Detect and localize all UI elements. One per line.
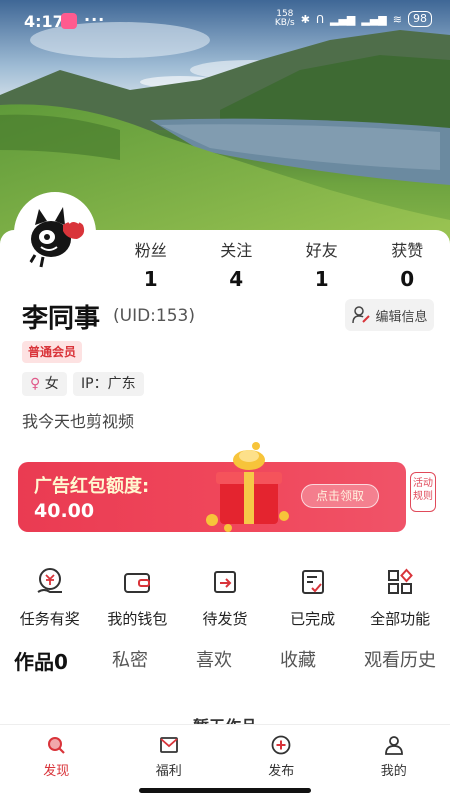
function-label: 待发货	[202, 610, 248, 628]
stat-value: 1	[143, 267, 158, 291]
gender-tag: ♀ 女	[22, 372, 67, 396]
function-all[interactable]: 全部功能	[357, 566, 443, 629]
completed-icon	[301, 570, 324, 594]
wallet-icon	[124, 573, 151, 593]
function-pending-shipment[interactable]: 待发货	[182, 566, 268, 629]
function-label: 任务有奖	[19, 610, 80, 628]
function-task-reward[interactable]: 任务有奖	[7, 566, 93, 629]
status-time: 4:17	[24, 12, 64, 31]
user-id: (UID:153)	[113, 306, 195, 326]
activity-rules-button[interactable]: 活动 规则	[410, 472, 436, 512]
gift-box-icon	[206, 442, 289, 532]
task-reward-icon	[37, 568, 62, 593]
function-label: 我的钱包	[107, 610, 168, 628]
rules-line-2: 规则	[413, 491, 433, 502]
nav-discover[interactable]: 发现	[0, 725, 113, 800]
profile-stats: 粉丝 1 关注 4 好友 1 获赞 0	[108, 237, 450, 291]
ad-red-packet-banner[interactable]: 广告红包额度: 40.00 点击领取	[18, 442, 406, 532]
ip-location-tag: IP：广东	[73, 372, 144, 396]
headset-icon: ᑎ	[315, 12, 324, 26]
nav-mine[interactable]: 我的	[338, 725, 450, 800]
ad-title: 广告红包额度:	[34, 476, 150, 497]
username: 李同事	[22, 304, 101, 334]
stat-value: 1	[314, 267, 329, 291]
signal-2-icon: ▂▄▆	[361, 12, 387, 26]
stat-value: 4	[229, 267, 244, 291]
tab-favorites[interactable]: 收藏	[280, 646, 364, 675]
network-speed: 158 KB/s	[275, 10, 295, 28]
member-badge: 普通会员	[22, 341, 83, 363]
network-speed-unit: KB/s	[274, 18, 295, 28]
function-wallet[interactable]: 我的钱包	[94, 566, 180, 629]
pending-shipment-icon	[213, 571, 236, 593]
tab-likes[interactable]: 喜欢	[196, 646, 280, 675]
stat-friends[interactable]: 好友 1	[279, 237, 365, 291]
function-label: 已完成	[290, 610, 336, 628]
nav-label: 发布	[268, 764, 295, 779]
battery-icon: 98	[408, 11, 432, 27]
bluetooth-icon: ✱	[300, 12, 310, 26]
stat-following[interactable]: 关注 4	[194, 237, 280, 291]
edit-profile-button[interactable]: 编辑信息	[345, 299, 434, 331]
avatar[interactable]	[14, 192, 96, 274]
signal-icon: ▂▄▆	[330, 12, 356, 26]
status-bar: 4:17 ··· 158 KB/s ✱ ᑎ ▂▄▆ ▂▄▆ ≋ 98	[0, 0, 450, 44]
rules-line-1: 活动	[413, 478, 433, 489]
content-tabs: 作品0 私密 喜欢 收藏 观看历史	[0, 646, 450, 675]
gender-label: 女	[44, 376, 59, 392]
wifi-icon: ≋	[392, 12, 402, 26]
edit-profile-label: 编辑信息	[375, 309, 428, 325]
stat-label: 关注	[220, 241, 253, 260]
stat-followers[interactable]: 粉丝 1	[108, 237, 194, 291]
edit-person-icon	[352, 306, 371, 324]
search-icon	[48, 737, 66, 754]
nav-label: 发现	[43, 764, 70, 779]
function-label: 全部功能	[370, 610, 431, 628]
status-right: 158 KB/s ✱ ᑎ ▂▄▆ ▂▄▆ ≋ 98	[275, 10, 432, 28]
tab-works[interactable]: 作品0	[14, 646, 112, 675]
stat-likes[interactable]: 获赞 0	[365, 237, 450, 291]
user-bio: 我今天也剪视频	[22, 412, 135, 431]
female-icon: ♀	[30, 376, 41, 392]
stat-label: 粉丝	[134, 241, 167, 260]
function-completed[interactable]: 已完成	[270, 566, 356, 629]
stat-label: 获赞	[391, 241, 424, 260]
claim-button[interactable]: 点击领取	[301, 484, 379, 508]
all-functions-icon	[388, 568, 414, 594]
tab-private[interactable]: 私密	[112, 646, 196, 675]
home-indicator	[139, 788, 311, 793]
plus-circle-icon	[271, 735, 291, 755]
stat-value: 0	[400, 267, 415, 291]
nav-label: 我的	[380, 764, 407, 779]
function-grid: 任务有奖 我的钱包 待发货 已完成 全部功能	[0, 566, 450, 629]
app-notification-icon	[61, 13, 77, 29]
person-icon	[384, 736, 403, 755]
ad-amount: 40.00	[34, 500, 95, 522]
tab-history[interactable]: 观看历史	[364, 646, 436, 675]
stat-label: 好友	[305, 241, 338, 260]
nav-label: 福利	[155, 764, 182, 779]
mail-icon	[159, 737, 178, 753]
more-notifications-icon: ···	[84, 10, 106, 29]
